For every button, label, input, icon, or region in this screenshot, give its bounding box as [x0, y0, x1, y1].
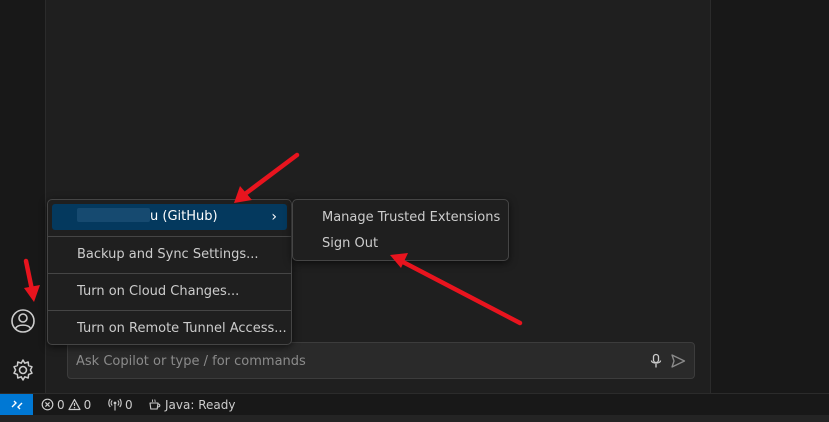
menu-item-remote-tunnel[interactable]: Turn on Remote Tunnel Access...: [52, 316, 287, 342]
account-submenu: Manage Trusted Extensions Sign Out: [292, 199, 509, 261]
ports-indicator[interactable]: 0: [108, 394, 133, 415]
broadcast-icon: [108, 398, 122, 411]
error-count: 0: [57, 397, 65, 412]
ports-count: 0: [125, 397, 133, 412]
menu-item-manage-trusted-extensions[interactable]: Manage Trusted Extensions: [297, 205, 504, 231]
bottom-strip: [0, 415, 829, 422]
java-status[interactable]: Java: Ready: [148, 394, 235, 415]
send-icon[interactable]: [670, 353, 686, 369]
chat-input[interactable]: [74, 343, 638, 380]
menu-item-backup-sync[interactable]: Backup and Sync Settings...: [52, 242, 287, 268]
menu-separator: [48, 236, 291, 237]
secondary-side-bar: [711, 0, 829, 393]
remote-indicator[interactable]: [0, 394, 33, 416]
chevron-right-icon: ›: [271, 209, 277, 225]
chat-input-box: [67, 342, 695, 380]
menu-separator: [48, 273, 291, 274]
menu-item-sign-out[interactable]: Sign Out: [297, 231, 504, 257]
account-label: u (GitHub): [150, 209, 218, 224]
gear-icon: [13, 359, 33, 381]
microphone-icon[interactable]: [648, 353, 664, 369]
problems-indicator[interactable]: 0 0: [41, 394, 91, 415]
java-status-label: Java: Ready: [165, 397, 236, 412]
menu-item-cloud-changes[interactable]: Turn on Cloud Changes...: [52, 279, 287, 305]
warning-icon: [68, 398, 81, 411]
menu-separator: [48, 310, 291, 311]
account-icon: [11, 309, 35, 333]
coffee-cup-icon: [149, 399, 161, 410]
accounts-button[interactable]: [8, 306, 38, 336]
status-bar: 0 0 0 Java: Ready: [0, 393, 829, 416]
error-icon: [41, 398, 54, 411]
redacted-username: [77, 208, 150, 222]
menu-item-github-account[interactable]: u (GitHub) ›: [52, 204, 287, 230]
activity-bar: [0, 0, 46, 393]
accounts-menu: u (GitHub) › Backup and Sync Settings...…: [47, 199, 292, 345]
warning-count: 0: [83, 397, 92, 412]
remote-icon: [11, 400, 22, 410]
manage-button[interactable]: [8, 355, 38, 385]
